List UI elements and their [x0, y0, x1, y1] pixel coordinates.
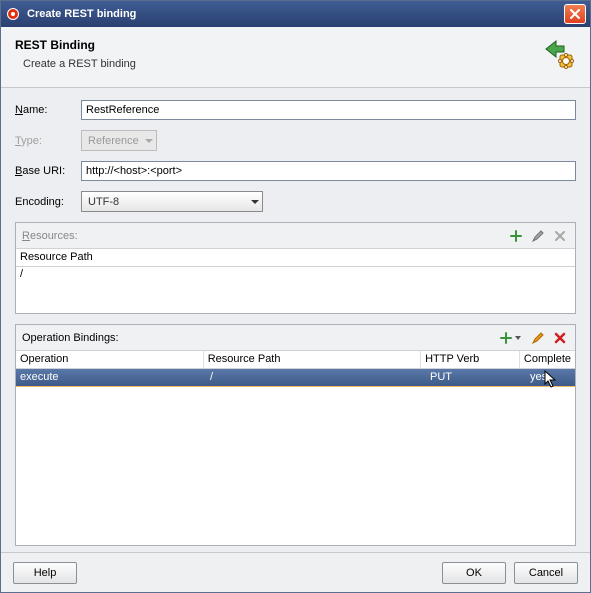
cell-resource-path: /	[206, 369, 426, 386]
operations-label: Operation Bindings:	[22, 332, 493, 344]
chevron-down-icon	[513, 329, 523, 347]
operations-header: Operation Bindings:	[16, 325, 575, 351]
add-operation-button[interactable]	[497, 329, 525, 347]
header-panel: REST Binding Create a REST binding	[1, 27, 590, 88]
operation-row[interactable]: execute / PUT yes	[16, 369, 575, 387]
resource-row[interactable]: /	[16, 267, 575, 281]
col-complete: Complete	[520, 351, 575, 368]
titlebar: Create REST binding	[1, 1, 590, 27]
resources-panel: Resources: Resource Path /	[15, 222, 576, 314]
close-button[interactable]	[564, 4, 586, 24]
resources-table: Resource Path /	[16, 249, 575, 313]
cell-operation: execute	[16, 369, 206, 386]
cell-complete: yes	[530, 371, 547, 383]
dialog-window: Create REST binding REST Binding Create …	[0, 0, 591, 593]
operations-columns: Operation Resource Path HTTP Verb Comple…	[16, 351, 575, 369]
add-resource-button[interactable]	[507, 227, 525, 245]
footer: Help OK Cancel	[1, 552, 590, 592]
binding-icon	[542, 37, 576, 71]
resources-header: Resources:	[16, 223, 575, 249]
encoding-label: Encoding:	[15, 196, 73, 208]
ok-button[interactable]: OK	[442, 562, 506, 584]
baseuri-input[interactable]	[81, 161, 576, 181]
col-resource-path: Resource Path	[204, 351, 421, 368]
name-label: Name:	[15, 104, 73, 116]
operations-panel: Operation Bindings: Operation Resource P…	[15, 324, 576, 546]
type-label: Type:	[15, 135, 73, 147]
window-title: Create REST binding	[27, 8, 564, 20]
name-input[interactable]	[81, 100, 576, 120]
cell-complete-holder: yes	[526, 369, 575, 386]
encoding-combo[interactable]: UTF-8	[81, 191, 263, 212]
dialog-body: Name: Type: Reference Base URI: Encoding…	[1, 88, 590, 552]
chevron-down-icon	[144, 131, 154, 150]
col-operation: Operation	[16, 351, 204, 368]
delete-operation-button[interactable]	[551, 329, 569, 347]
delete-resource-button[interactable]	[551, 227, 569, 245]
type-row: Type: Reference	[15, 130, 576, 151]
type-combo: Reference	[81, 130, 157, 151]
name-row: Name:	[15, 100, 576, 120]
encoding-row: Encoding: UTF-8	[15, 191, 576, 212]
edit-operation-button[interactable]	[529, 329, 547, 347]
resources-label: Resources:	[22, 230, 503, 242]
cancel-button[interactable]: Cancel	[514, 562, 578, 584]
operations-empty-area	[16, 387, 575, 545]
chevron-down-icon	[250, 192, 260, 211]
header-title: REST Binding	[15, 38, 530, 52]
help-button[interactable]: Help	[13, 562, 77, 584]
baseuri-row: Base URI:	[15, 161, 576, 181]
cell-http-verb: PUT	[426, 369, 526, 386]
encoding-value: UTF-8	[88, 196, 250, 208]
baseuri-label: Base URI:	[15, 165, 73, 177]
operations-table: Operation Resource Path HTTP Verb Comple…	[16, 351, 575, 545]
header-text-block: REST Binding Create a REST binding	[15, 38, 530, 70]
app-icon	[5, 6, 21, 22]
edit-resource-button[interactable]	[529, 227, 547, 245]
resources-col-path: Resource Path	[16, 249, 575, 267]
header-subtitle: Create a REST binding	[15, 58, 530, 70]
col-http-verb: HTTP Verb	[421, 351, 520, 368]
type-value: Reference	[88, 135, 144, 147]
